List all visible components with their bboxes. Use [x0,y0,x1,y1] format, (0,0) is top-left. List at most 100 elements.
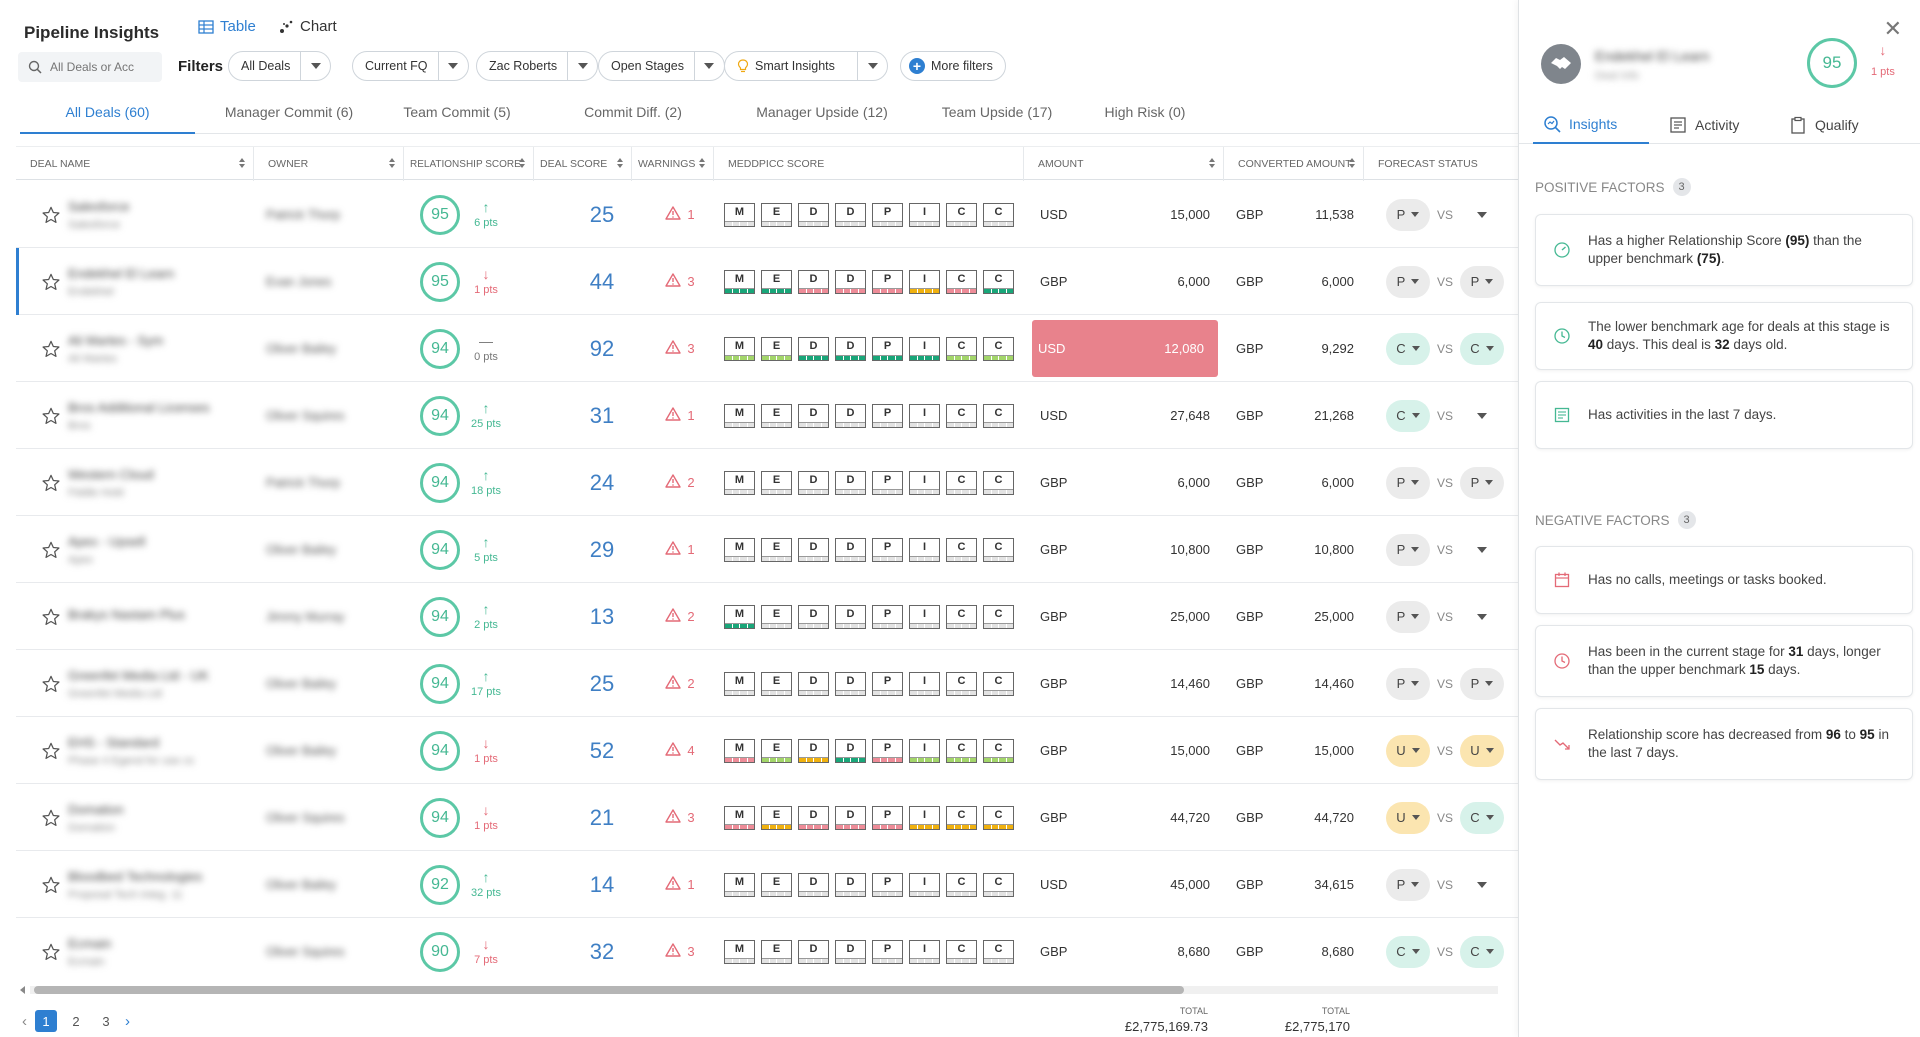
meddpicc-box[interactable]: P [872,202,903,227]
table-row[interactable]: Western Cloud Fiddle Hold Patrick Thorp 94 ↑… [16,449,1518,516]
manager-forecast-dropdown[interactable]: P [1386,868,1430,901]
scroll-left-icon[interactable] [20,986,25,994]
meddpicc-box[interactable]: D [798,269,829,294]
meddpicc-box[interactable]: C [983,403,1014,428]
meddpicc-box[interactable]: D [798,202,829,227]
warnings-cell[interactable]: 2 [650,583,710,650]
manager-forecast-dropdown[interactable]: P [1386,466,1430,499]
deal-name[interactable]: EHS - Standard [68,735,159,750]
meddpicc-box[interactable]: C [946,805,977,830]
meddpicc-box[interactable]: P [872,872,903,897]
deal-name[interactable]: Apex - Upsell [68,534,145,549]
meddpicc-box[interactable]: I [909,738,940,763]
meddpicc-box[interactable]: D [798,403,829,428]
star-icon[interactable] [40,449,62,516]
chevron-down-icon[interactable] [300,52,330,80]
team-forecast-dropdown[interactable]: P [1460,265,1504,298]
col-warnings[interactable]: WARNINGS [632,147,714,181]
star-icon[interactable] [40,315,62,382]
meddpicc-box[interactable]: M [724,738,755,763]
meddpicc-box[interactable]: D [798,872,829,897]
meddpicc-box[interactable]: D [835,470,866,495]
meddpicc-box[interactable]: D [835,202,866,227]
meddpicc-box[interactable]: I [909,939,940,964]
meddpicc-box[interactable]: E [761,470,792,495]
tab-activity[interactable]: Activity [1659,106,1749,144]
table-row[interactable]: Domation Domation Oliver Squires 94 ↓ 1 pts 21… [16,784,1518,851]
table-row[interactable]: Apex - Upsell Apex Oliver Bailey 94 ↑ 5 pts 29… [16,516,1518,583]
meddpicc-box[interactable]: D [835,939,866,964]
warnings-cell[interactable]: 1 [650,851,710,918]
manager-forecast-dropdown[interactable]: P [1386,667,1430,700]
star-icon[interactable] [40,382,62,449]
meddpicc-box[interactable]: I [909,872,940,897]
meddpicc-box[interactable]: P [872,336,903,361]
deals-filter[interactable]: All Deals [228,51,332,81]
star-icon[interactable] [40,181,62,248]
owner-filter[interactable]: Zac Roberts [476,51,599,81]
meddpicc-box[interactable]: D [798,537,829,562]
meddpicc-box[interactable]: I [909,671,940,696]
manager-forecast-dropdown[interactable]: C [1386,399,1430,432]
manager-forecast-dropdown[interactable]: P [1386,533,1430,566]
table-row[interactable]: Ecmain Ecmain Oliver Squires 90 ↓ 7 pts 32 3 M E D… [16,918,1518,984]
meddpicc-box[interactable]: C [983,872,1014,897]
warnings-cell[interactable]: 1 [650,516,710,583]
meddpicc-box[interactable]: C [983,537,1014,562]
meddpicc-box[interactable]: P [872,604,903,629]
deal-name-cell[interactable]: Bros Additional Licenses Bros [68,382,258,449]
page-1[interactable]: 1 [35,1010,57,1032]
meddpicc-box[interactable]: C [983,738,1014,763]
warnings-cell[interactable]: 3 [650,784,710,851]
meddpicc-box[interactable]: D [835,738,866,763]
meddpicc-box[interactable]: D [798,470,829,495]
deal-name-cell[interactable]: Salesforce Salesforce [68,181,258,248]
tab-commit-diff[interactable]: Commit Diff. (2) [568,96,698,134]
col-deal-name[interactable]: DEAL NAME [16,147,254,181]
deal-name-cell[interactable]: Endekhel El Learn Endekhel [68,248,258,315]
deal-name[interactable]: Bros Additional Licenses [68,400,210,415]
meddpicc-box[interactable]: C [983,202,1014,227]
meddpicc-box[interactable]: M [724,470,755,495]
scroll-thumb[interactable] [34,986,1184,994]
meddpicc-box[interactable]: C [983,470,1014,495]
table-row[interactable]: EHS - Standard Phase 4 Egend for use cs Ol… [16,717,1518,784]
team-forecast-dropdown[interactable] [1460,869,1504,901]
col-amount[interactable]: AMOUNT [1024,147,1224,181]
warnings-cell[interactable]: 2 [650,449,710,516]
meddpicc-box[interactable]: E [761,671,792,696]
chevron-left-icon[interactable]: ‹ [22,1013,27,1030]
meddpicc-box[interactable]: P [872,738,903,763]
meddpicc-box[interactable]: C [983,336,1014,361]
star-icon[interactable] [40,516,62,583]
meddpicc-box[interactable]: E [761,939,792,964]
tab-manager-upside[interactable]: Manager Upside (12) [732,96,912,134]
manager-forecast-dropdown[interactable]: P [1386,198,1430,231]
col-relationship-score[interactable]: RELATIONSHIP SCORE [404,147,534,181]
stage-filter[interactable]: Open Stages [598,51,725,81]
meddpicc-box[interactable]: I [909,604,940,629]
star-icon[interactable] [40,784,62,851]
meddpicc-box[interactable]: E [761,202,792,227]
star-icon[interactable] [40,851,62,918]
manager-forecast-dropdown[interactable]: C [1386,332,1430,365]
chevron-down-icon[interactable] [693,52,724,80]
meddpicc-box[interactable]: M [724,805,755,830]
meddpicc-box[interactable]: C [946,738,977,763]
deal-name-cell[interactable]: EHS - Standard Phase 4 Egend for use cs [68,717,258,784]
meddpicc-box[interactable]: C [946,403,977,428]
meddpicc-box[interactable]: E [761,537,792,562]
meddpicc-box[interactable]: E [761,738,792,763]
table-row[interactable]: Bros Additional Licenses Bros Oliver Squir… [16,382,1518,449]
star-icon[interactable] [40,583,62,650]
meddpicc-box[interactable]: I [909,805,940,830]
manager-forecast-dropdown[interactable]: P [1386,600,1430,633]
meddpicc-box[interactable]: D [798,939,829,964]
deal-name[interactable]: Brakys Nastam Plus [68,607,185,622]
warnings-cell[interactable]: 3 [650,918,710,984]
meddpicc-box[interactable]: D [835,403,866,428]
chevron-down-icon[interactable] [567,52,597,80]
meddpicc-box[interactable]: C [983,671,1014,696]
meddpicc-box[interactable]: P [872,939,903,964]
deal-name-cell[interactable]: Brakys Nastam Plus [68,583,258,650]
